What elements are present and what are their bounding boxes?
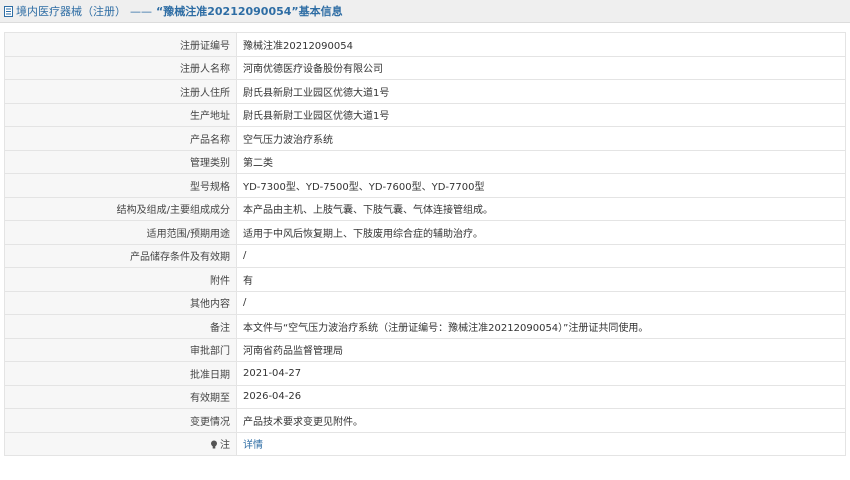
row-label: 审批部门: [4, 337, 237, 362]
row-label: 注册人名称: [4, 55, 237, 80]
header-dash: ——: [130, 4, 152, 18]
row-value: 河南省药品监督管理局: [236, 337, 846, 362]
lightbulb-icon: [211, 440, 217, 449]
table-row: 管理类别 第二类: [4, 149, 846, 174]
row-value: 空气压力波治疗系统: [236, 126, 846, 151]
row-label: 其他内容: [4, 290, 237, 315]
table-row: 适用范围/预期用途 适用于中风后恢复期上、下肢废用综合症的辅助治疗。: [4, 220, 846, 245]
row-value: /: [236, 290, 846, 315]
row-label: 管理类别: [4, 149, 237, 174]
table-row: 注册人名称 河南优德医疗设备股份有限公司: [4, 55, 846, 80]
table-row: 注册人住所 尉氏县新尉工业园区优德大道1号: [4, 79, 846, 104]
table-row: 备注 本文件与“空气压力波治疗系统（注册证编号：豫械注准20212090054）”…: [4, 314, 846, 339]
table-row: 注册证编号 豫械注准20212090054: [4, 32, 846, 57]
row-label: 注册证编号: [4, 32, 237, 57]
row-value: YD-7300型、YD-7500型、YD-7600型、YD-7700型: [236, 173, 846, 198]
row-label: 结构及组成/主要组成成分: [4, 196, 237, 221]
details-link[interactable]: 详情: [243, 440, 263, 451]
table-row: 产品储存条件及有效期 /: [4, 243, 846, 268]
row-value: 第二类: [236, 149, 846, 174]
row-label: 批准日期: [4, 361, 237, 386]
page-header: 境内医疗器械（注册） —— “豫械注准20212090054”基本信息: [0, 0, 850, 23]
table-row: 结构及组成/主要组成成分 本产品由主机、上肢气囊、下肢气囊、气体连接管组成。: [4, 196, 846, 221]
row-value: 本文件与“空气压力波治疗系统（注册证编号：豫械注准20212090054）”注册…: [236, 314, 846, 339]
row-value: 本产品由主机、上肢气囊、下肢气囊、气体连接管组成。: [236, 196, 846, 221]
table-row: 注 详情: [4, 431, 846, 456]
row-label: 产品名称: [4, 126, 237, 151]
row-value: 河南优德医疗设备股份有限公司: [236, 55, 846, 80]
table-row: 生产地址 尉氏县新尉工业园区优德大道1号: [4, 102, 846, 127]
note-label: 注: [220, 440, 230, 452]
row-label: 变更情况: [4, 408, 237, 433]
row-value: /: [236, 243, 846, 268]
table-row: 有效期至 2026-04-26: [4, 384, 846, 409]
table-row: 附件有: [4, 267, 846, 292]
table-row: 变更情况 产品技术要求变更见附件。: [4, 408, 846, 433]
row-label: 附件: [4, 267, 237, 292]
row-value: 豫械注准20212090054: [236, 32, 846, 57]
row-value: 2021-04-27: [236, 361, 846, 386]
row-value: 2026-04-26: [236, 384, 846, 409]
table-row: 批准日期 2021-04-27: [4, 361, 846, 386]
document-icon: [4, 5, 13, 17]
row-label: 生产地址: [4, 102, 237, 127]
row-value: 适用于中风后恢复期上、下肢废用综合症的辅助治疗。: [236, 220, 846, 245]
header-title: “豫械注准20212090054”基本信息: [156, 5, 343, 18]
row-value: 产品技术要求变更见附件。: [236, 408, 846, 433]
info-table: 注册证编号 豫械注准20212090054 注册人名称 河南优德医疗设备股份有限公司注…: [4, 32, 846, 456]
table-row: 审批部门 河南省药品监督管理局: [4, 337, 846, 362]
header-category: 境内医疗器械（注册）: [16, 5, 126, 18]
table-row: 产品名称 空气压力波治疗系统: [4, 126, 846, 151]
row-value: 有: [236, 267, 846, 292]
row-label: 注册人住所: [4, 79, 237, 104]
row-label: 备注: [4, 314, 237, 339]
row-label: 型号规格: [4, 173, 237, 198]
row-value: 尉氏县新尉工业园区优德大道1号: [236, 79, 846, 104]
row-value: 尉氏县新尉工业园区优德大道1号: [236, 102, 846, 127]
row-label: 产品储存条件及有效期: [4, 243, 237, 268]
row-value: 详情: [236, 431, 846, 456]
row-label: 适用范围/预期用途: [4, 220, 237, 245]
table-row: 型号规格 YD-7300型、YD-7500型、YD-7600型、YD-7700型: [4, 173, 846, 198]
row-label: 注: [4, 431, 237, 456]
table-row: 其他内容 /: [4, 290, 846, 315]
row-label: 有效期至: [4, 384, 237, 409]
